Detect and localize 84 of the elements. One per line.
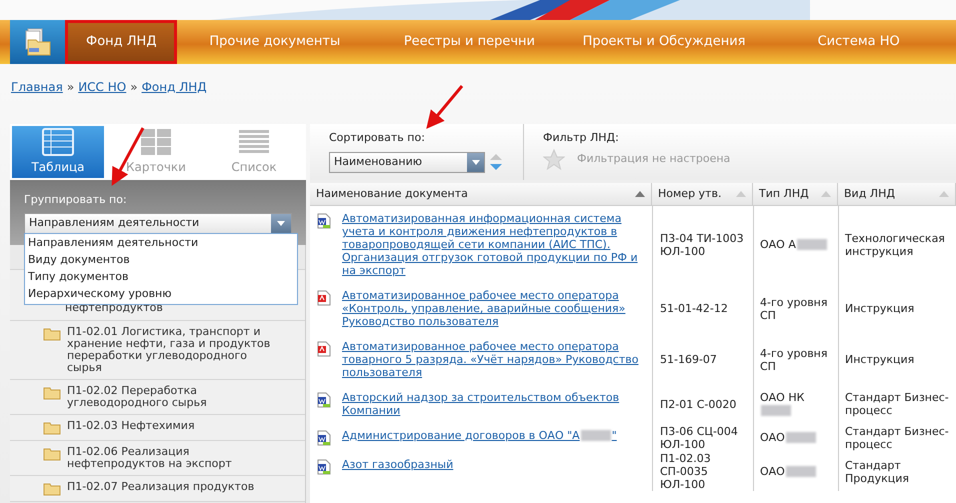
filter-label: Фильтр ЛНД: (543, 130, 620, 146)
folder-icon (43, 421, 61, 435)
breadcrumb-separator: » (130, 78, 138, 96)
document-link[interactable]: Администрирование договоров в ОАО "А " (342, 429, 617, 446)
sort-arrow-icon (939, 191, 949, 197)
documents-folder-icon (24, 28, 50, 56)
breadcrumb-link[interactable]: ИСС НО (78, 78, 126, 96)
column-header[interactable]: Номер утв. (652, 183, 753, 206)
table-cell: 51-01-42-12 (652, 283, 753, 334)
group-by-label: Группировать по: (24, 192, 128, 208)
tree-item-text: П1-02.03 Нефтехимия (67, 420, 195, 434)
tree-item[interactable]: П1-02.06 Реализация нефтепродуктов на экспорт (10, 441, 305, 476)
sort-select[interactable]: Наименованию (329, 152, 485, 172)
breadcrumb-link[interactable]: Главная (11, 78, 63, 96)
tree-item[interactable]: П1-02.07 Реализация продуктов (10, 476, 305, 502)
table-cell-text: 4-го уровня СП (760, 346, 828, 372)
table-cell-text: 4-го уровня СП (760, 296, 828, 322)
table-cell: П3-06 СЦ-004 ЮЛ-100 (652, 423, 753, 452)
table-cell: Инструкция (838, 283, 956, 334)
table-cell: 51-169-07 (652, 334, 753, 385)
caret-icon (277, 220, 285, 226)
blurred-text (786, 432, 816, 444)
document-link[interactable]: Автоматизированное рабочее место оператора «Контроль, управление, аварийные сообщения» Руководство пользователя (342, 289, 646, 328)
document-link[interactable]: Автоматизированное рабочее место оператора товарного 5 разряда. «Учёт нарядов» Руководство пользователя (342, 340, 646, 379)
breadcrumb-link[interactable]: Фонд ЛНД (142, 78, 207, 96)
dropdown-option[interactable]: Виду документов (25, 252, 297, 269)
tree-item-text: П1-02.07 Реализация продуктов (67, 481, 254, 495)
sort-arrow-icon (821, 191, 831, 197)
document-link[interactable]: Автоматизированная информационная система учета и контроля движения нефтепродуктов в товаропроводящей сети компании (АИС ТПС). Организация отгрузок готовой продукции по РФ и на экспорт (342, 212, 646, 277)
folder-icon (43, 482, 61, 496)
tree-item[interactable]: П1-02.01 Логистика, транспорт и хранение нефти, газа и продуктов переработки углеводородного сырья (10, 321, 305, 380)
logo-tile[interactable] (10, 20, 65, 64)
blurred-text (796, 239, 827, 250)
table-cell: ОАО (760, 431, 817, 444)
folder-icon (43, 386, 61, 400)
list-icon (238, 128, 270, 156)
filter-status: Фильтрация не настроена (577, 151, 730, 168)
dropdown-option[interactable]: Направлениям деятельности (25, 235, 297, 252)
word-file-icon (317, 213, 331, 229)
table-cell: П2-01 С-0020 (652, 385, 753, 423)
table-cell: Технологическая инструкция (838, 206, 956, 283)
table-cell: Стандарт Бизнес-процесс (838, 385, 956, 423)
column-header[interactable]: Наименование документа (310, 183, 652, 206)
column-header[interactable]: Тип ЛНД (753, 183, 838, 206)
group-by-select[interactable]: Направлениям деятельности (24, 212, 292, 234)
table-cell: ОАО НК (760, 391, 832, 417)
sort-arrow-icon (635, 191, 645, 197)
table-cell: ОАО А (760, 238, 828, 251)
tree-item-text: П1-02.02 Переработка углеводородного сырья (67, 385, 208, 409)
table-cell: ОАО (760, 465, 817, 478)
folder-icon (43, 327, 61, 341)
document-link[interactable]: Авторский надзор за строительством объектов Компании (342, 391, 646, 417)
grid-icon (42, 128, 74, 156)
table-cell: Стандарт Продукция (838, 452, 956, 491)
tree-item-text: П1-02.01 Логистика, транспорт и хранение нефти, газа и продуктов переработки углеводородного сырья (67, 326, 272, 374)
tree-item[interactable]: П1-02.02 Переработка углеводородного сырья (10, 380, 305, 415)
sort-label: Сортировать по: (329, 130, 426, 146)
cards-icon (140, 128, 172, 156)
tree-item-text: П1-02.06 Реализация нефтепродуктов на экспорт (67, 446, 233, 470)
breadcrumb-separator: » (66, 78, 74, 96)
blurred-text (580, 430, 611, 442)
caret-icon (472, 160, 480, 164)
word-file-icon (317, 430, 331, 446)
pdf-file-icon (317, 290, 331, 306)
table-cell: Инструкция (838, 334, 956, 385)
pdf-file-icon (317, 341, 331, 357)
word-file-icon (317, 459, 331, 475)
dropdown-option[interactable]: Типу документов (25, 269, 297, 286)
view-tab[interactable]: Таблица (12, 126, 104, 178)
table-cell: Стандарт Бизнес-процесс (838, 423, 956, 452)
word-file-icon (317, 392, 331, 408)
column-header[interactable]: Вид ЛНД (838, 183, 956, 206)
annotation-arrow (426, 85, 464, 129)
blurred-text (761, 405, 791, 416)
blurred-text (786, 466, 816, 478)
table-cell: П3-04 ТИ-1003 ЮЛ-100 (652, 206, 753, 283)
sort-direction-icon[interactable] (489, 153, 503, 171)
folder-icon (43, 447, 61, 461)
tree-item[interactable]: П1-02.03 Нефтехимия (10, 415, 305, 441)
sort-arrow-icon (736, 191, 746, 197)
table-cell: П1-02.03 СП-0035 ЮЛ-100 (652, 452, 753, 491)
nav-tab[interactable]: Фонд ЛНД (65, 20, 178, 64)
document-link[interactable]: Азот газообразный (342, 458, 454, 485)
star-icon (543, 148, 565, 170)
